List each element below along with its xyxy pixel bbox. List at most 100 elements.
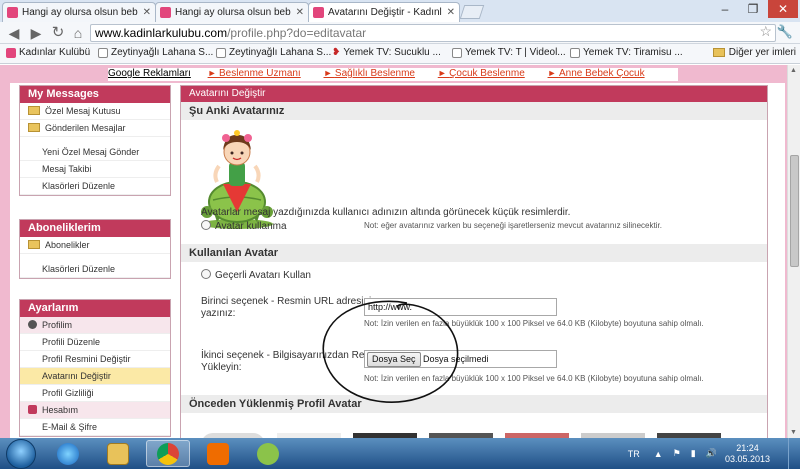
internet-explorer-icon[interactable] <box>46 440 90 467</box>
ad-link[interactable]: Sağlıklı Beslenme <box>324 68 415 79</box>
other-bookmarks[interactable]: Diğer yer imleri <box>712 47 796 58</box>
no-avatar-label: Avatar kullanma <box>215 221 287 232</box>
flag-icon[interactable]: ⚑ <box>673 448 681 459</box>
url-path: /profile.php?do=editavatar <box>227 26 367 40</box>
tab-2-title: Hangi ay olursa olsun beb <box>175 7 291 18</box>
scroll-thumb[interactable] <box>790 155 799 267</box>
hand-drawn-circle-annotation <box>322 300 459 403</box>
kadinlar-favicon-icon <box>7 7 18 18</box>
bookmark-item[interactable]: Zeytinyağlı Lahana S... <box>216 47 331 58</box>
maximize-icon[interactable]: ❐ <box>740 0 766 18</box>
sidebar-settings-title: Ayarlarım <box>20 300 170 317</box>
use-valid-avatar-label: Geçerli Avatarı Kullan <box>215 270 311 281</box>
close-icon[interactable]: ✕ <box>139 7 151 18</box>
bookmark-item[interactable]: Yemek TV: Tiramisu ... <box>570 47 683 58</box>
page-icon <box>216 47 226 58</box>
bookmark-label: Zeytinyağlı Lahana S... <box>229 47 332 58</box>
sidebar-item-change-avatar[interactable]: Avatarını Değiştir <box>20 368 170 385</box>
sidebar-item-inbox[interactable]: Özel Mesaj Kutusu <box>20 103 170 120</box>
window-close-icon[interactable]: ✕ <box>768 0 798 18</box>
no-avatar-option[interactable]: Avatar kullanma <box>201 220 287 232</box>
kadinlar-favicon-icon <box>6 47 16 58</box>
scroll-down-icon[interactable]: ▼ <box>790 429 797 436</box>
network-icon[interactable]: ▮ <box>691 448 696 459</box>
sidebar-group-profile: Profilim <box>20 317 170 334</box>
sidebar-item-change-profile-picture[interactable]: Profil Resmini Değiştir <box>20 351 170 368</box>
use-valid-avatar-option[interactable]: Geçerli Avatarı Kullan <box>201 269 311 281</box>
bookmark-label: Yemek TV: T | Videol... <box>465 47 566 58</box>
page-icon <box>452 47 462 58</box>
clock[interactable]: 21:24 03.05.2013 <box>725 443 770 465</box>
bookmark-item[interactable]: Yemek TV: T | Videol... <box>452 47 566 58</box>
reload-icon[interactable]: ↻ <box>48 24 68 42</box>
volume-icon[interactable]: 🔊 <box>706 448 717 459</box>
sidebar-item-edit-profile[interactable]: Profili Düzenle <box>20 334 170 351</box>
sidebar-item-email-password[interactable]: E-Mail & Şifre <box>20 419 170 436</box>
user-icon <box>28 320 37 329</box>
forward-icon[interactable]: ▶ <box>26 24 46 42</box>
media-player-icon[interactable] <box>196 440 240 467</box>
wrench-icon[interactable]: 🔧 <box>777 24 793 40</box>
sidebar-item-profile-privacy[interactable]: Profil Gizliliği <box>20 385 170 402</box>
tab-1[interactable]: Hangi ay olursa olsun beb ✕ <box>2 2 156 22</box>
sidebar-subscriptions-box: Aboneliklerim Abonelikler Klasörleri Düz… <box>19 219 171 279</box>
windows-taskbar: TR ▲ ⚑ ▮ 🔊 21:24 03.05.2013 <box>0 438 800 469</box>
chrome-icon[interactable] <box>146 440 190 467</box>
main-panel: Avatarını Değiştir Şu Anki Avatarınız Av… <box>180 85 768 438</box>
sidebar-item-message-tracking[interactable]: Mesaj Takibi <box>20 161 170 178</box>
language-indicator[interactable]: TR <box>628 449 640 459</box>
avatar-description: Avatarlar mesaj yazdığınızda kullanıcı a… <box>201 207 571 218</box>
bookmark-label: Yemek TV: Tiramisu ... <box>583 47 683 58</box>
sidebar-group-account-label: Hesabım <box>42 405 79 415</box>
no-avatar-note: Not: eğer avatarınız varken bu seçeneği … <box>364 221 662 230</box>
bookmarks-bar: Kadınlar Kulübü Zeytinyağlı Lahana S... … <box>0 44 800 64</box>
google-ads-label[interactable]: Google Reklamları <box>108 68 191 79</box>
bookmark-label: Zeytinyağlı Lahana S... <box>111 47 214 58</box>
new-tab-button[interactable] <box>459 5 485 19</box>
folder-icon <box>712 48 725 57</box>
no-avatar-radio[interactable] <box>201 220 211 230</box>
tray-arrow-icon[interactable]: ▲ <box>654 449 663 459</box>
tab-1-title: Hangi ay olursa olsun beb <box>22 7 138 18</box>
url-host: www.kadinlarkulubu.com <box>95 26 228 40</box>
sidebar-item-sent[interactable]: Gönderilen Mesajlar <box>20 120 170 137</box>
sidebar-item-new-message[interactable]: Yeni Özel Mesaj Gönder <box>20 144 170 161</box>
sidebar-item-subscriptions[interactable]: Abonelikler <box>20 237 170 254</box>
use-valid-avatar-radio[interactable] <box>201 269 211 279</box>
sidebar-group-account: Hesabım <box>20 402 170 419</box>
ad-links-bar: Google Reklamları Beslenme Uzmanı Sağlık… <box>108 68 678 81</box>
tab-2[interactable]: Hangi ay olursa olsun beb ✕ <box>155 2 309 22</box>
file-explorer-icon[interactable] <box>96 440 140 467</box>
bookmark-item[interactable]: ❥ Yemek TV: Sucuklu ... <box>332 47 441 58</box>
ad-link[interactable]: Beslenme Uzmanı <box>208 68 301 79</box>
bookmark-star-icon[interactable]: ☆ <box>759 23 772 40</box>
tab-3-title: Avatarını Değiştir - Kadınl <box>328 7 442 18</box>
heart-icon: ❥ <box>332 47 341 58</box>
home-icon[interactable]: ⌂ <box>68 24 88 42</box>
sidebar-item-edit-folders[interactable]: Klasörleri Düzenle <box>20 178 170 195</box>
sidebar-item-edit-folders[interactable]: Klasörleri Düzenle <box>20 261 170 278</box>
bookmark-item[interactable]: Kadınlar Kulübü <box>6 47 90 58</box>
bookmark-label: Yemek TV: Sucuklu ... <box>343 47 441 58</box>
scroll-up-icon[interactable]: ▲ <box>790 67 797 74</box>
close-icon[interactable]: ✕ <box>292 7 304 18</box>
used-avatar-heading: Kullanılan Avatar <box>181 244 767 262</box>
sidebar-settings-box: Ayarlarım Profilim Profili Düzenle Profi… <box>19 299 171 437</box>
kadinlar-favicon-icon <box>313 7 324 18</box>
show-desktop-button[interactable] <box>788 438 800 469</box>
page-viewport: Google Reklamları Beslenme Uzmanı Sağlık… <box>0 65 787 438</box>
network-app-icon[interactable] <box>246 440 290 467</box>
close-icon[interactable]: ✕ <box>443 7 455 18</box>
clock-time: 21:24 <box>736 442 759 453</box>
other-bookmarks-label: Diğer yer imleri <box>728 47 796 58</box>
start-button-icon[interactable] <box>6 439 36 469</box>
address-bar[interactable]: www.kadinlarkulubu.com/profile.php?do=ed… <box>90 24 776 42</box>
ad-link[interactable]: Çocuk Beslenme <box>438 68 525 79</box>
minimize-icon[interactable]: – <box>712 0 738 18</box>
tab-3-active[interactable]: Avatarını Değiştir - Kadınl ✕ <box>308 2 460 22</box>
back-icon[interactable]: ◀ <box>4 24 24 42</box>
bookmark-item[interactable]: Zeytinyağlı Lahana S... <box>98 47 213 58</box>
ad-link[interactable]: Anne Bebek Çocuk <box>548 68 645 79</box>
sidebar-subscriptions-title: Aboneliklerim <box>20 220 170 237</box>
page-scrollbar[interactable]: ▲ ▼ <box>787 65 800 438</box>
